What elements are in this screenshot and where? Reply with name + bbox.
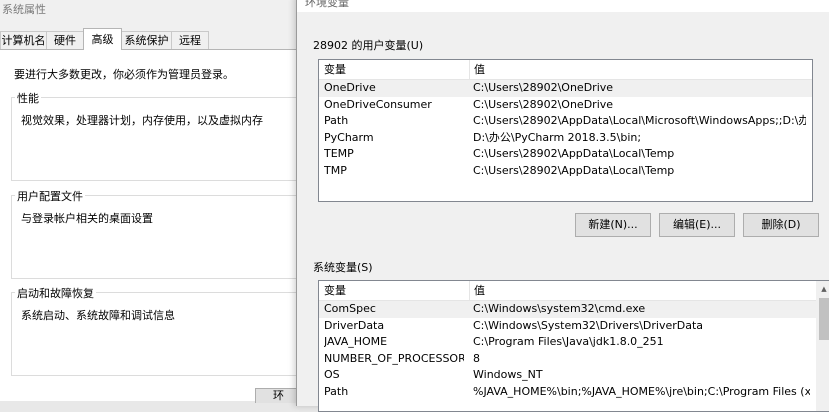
startup-recovery-group-desc: 系统启动、系统故障和调试信息 (21, 309, 175, 322)
user-var-row-onedriveconsumer[interactable]: OneDriveConsumer C:\Users\28902\OneDrive (319, 97, 812, 114)
system-var-name: Path (324, 384, 349, 398)
user-var-row-pycharm[interactable]: PyCharm D:\办公\PyCharm 2018.3.5\bin; (319, 130, 812, 147)
performance-group: 性能 视觉效果，处理器计划，内存使用，以及虚拟内存 (11, 90, 298, 181)
system-properties-tabs: 计算机名 硬件 高级 系统保护 远程 (0, 28, 300, 50)
system-var-row-comspec[interactable]: ComSpec C:\Windows\system32\cmd.exe (319, 301, 816, 318)
user-var-row-temp[interactable]: TEMP C:\Users\28902\AppData\Local\Temp (319, 146, 812, 163)
advanced-tab-page: 要进行大多数更改，你必须作为管理员登录。 性能 视觉效果，处理器计划，内存使用，… (0, 49, 298, 401)
system-var-value: C:\Program Files\Java\jdk1.8.0_251 (473, 335, 664, 348)
system-var-name: JAVA_HOME (324, 335, 388, 348)
user-var-name: Path (324, 114, 349, 127)
user-var-value: C:\Users\28902\AppData\Local\Microsoft\W… (473, 114, 806, 127)
user-header-value[interactable]: 值 (469, 60, 812, 79)
system-var-value: C:\Windows\system32\cmd.exe (473, 302, 646, 315)
system-var-value: 8 (473, 351, 480, 365)
system-properties-title: 系统属性 (2, 3, 46, 16)
tab-system-protection[interactable]: 系统保护 (121, 31, 172, 50)
user-var-value: C:\Users\28902\OneDrive (473, 97, 614, 111)
system-header-value[interactable]: 值 (469, 281, 816, 300)
admin-note: 要进行大多数更改，你必须作为管理员登录。 (14, 68, 234, 81)
user-var-name: TEMP (324, 147, 354, 160)
scroll-up-arrow-icon[interactable]: ▲ (816, 281, 829, 297)
user-var-row-path[interactable]: Path C:\Users\28902\AppData\Local\Micros… (319, 113, 812, 130)
system-var-row-java-home[interactable]: JAVA_HOME C:\Program Files\Java\jdk1.8.0… (319, 334, 816, 351)
user-var-name: OneDriveConsumer (324, 97, 432, 111)
system-var-row-driverdata[interactable]: DriverData C:\Windows\System32\Drivers\D… (319, 318, 816, 335)
user-var-row-tmp[interactable]: TMP C:\Users\28902\AppData\Local\Temp (319, 163, 812, 180)
user-new-button[interactable]: 新建(N)... (575, 213, 651, 237)
system-var-value: Windows_NT (473, 368, 543, 381)
system-header-variable[interactable]: 变量 (319, 281, 470, 300)
tab-hardware[interactable]: 硬件 (46, 31, 84, 50)
user-variables-list[interactable]: 变量 值 OneDrive C:\Users\28902\OneDrive On… (318, 59, 813, 202)
user-var-name: OneDrive (324, 81, 376, 94)
system-var-name: OS (324, 368, 340, 381)
system-variables-label: 系统变量(S) (313, 261, 373, 274)
user-var-value: D:\办公\PyCharm 2018.3.5\bin; (473, 130, 642, 144)
system-var-row-path[interactable]: Path %JAVA_HOME%\bin;%JAVA_HOME%\jre\bin… (319, 384, 816, 401)
startup-recovery-group: 启动和故障恢复 系统启动、系统故障和调试信息 (11, 285, 298, 376)
system-var-row-os[interactable]: OS Windows_NT (319, 367, 816, 384)
user-profiles-group-desc: 与登录帐户相关的桌面设置 (21, 212, 153, 225)
user-var-value: C:\Users\28902\AppData\Local\Temp (473, 163, 675, 177)
tab-remote[interactable]: 远程 (171, 31, 209, 50)
user-list-header: 变量 值 (319, 60, 812, 80)
user-var-name: PyCharm (324, 130, 374, 144)
system-var-name: ComSpec (324, 302, 376, 315)
tab-advanced[interactable]: 高级 (83, 28, 122, 50)
system-variables-list[interactable]: 变量 值 ComSpec C:\Windows\system32\cmd.exe… (318, 280, 829, 412)
system-properties-dialog: 系统属性 计算机名 硬件 高级 系统保护 远程 要进行大多数更改，你必须作为管理… (0, 0, 302, 403)
system-var-name: NUMBER_OF_PROCESSORS (324, 351, 464, 365)
performance-group-title: 性能 (15, 90, 41, 106)
env-titlebar: 环境变量 (297, 0, 829, 12)
system-var-row-number-of-processors[interactable]: NUMBER_OF_PROCESSORS 8 (319, 351, 816, 368)
user-header-variable[interactable]: 变量 (319, 60, 470, 79)
environment-variables-dialog: 环境变量 28902 的用户变量(U) 变量 值 OneDrive C:\Use… (296, 0, 829, 412)
system-var-value: %JAVA_HOME%\bin;%JAVA_HOME%\jre\bin;C:\P… (473, 384, 810, 398)
system-var-value: C:\Windows\System32\Drivers\DriverData (473, 318, 704, 332)
startup-recovery-group-title: 启动和故障恢复 (15, 285, 96, 301)
user-delete-button[interactable]: 删除(D) (743, 213, 819, 237)
user-variables-label: 28902 的用户变量(U) (313, 39, 424, 52)
system-list-header: 变量 值 (319, 281, 816, 301)
user-var-name: TMP (324, 163, 347, 177)
environment-variables-button[interactable]: 环 (255, 388, 302, 403)
user-var-value: C:\Users\28902\OneDrive (473, 81, 614, 94)
tab-computer-name[interactable]: 计算机名 (0, 31, 47, 50)
env-title: 环境变量 (305, 0, 349, 9)
scroll-thumb[interactable] (819, 298, 829, 340)
system-var-name: DriverData (324, 318, 385, 332)
user-var-value: C:\Users\28902\AppData\Local\Temp (473, 147, 675, 160)
user-profiles-group: 用户配置文件 与登录帐户相关的桌面设置 (11, 188, 298, 279)
user-edit-button[interactable]: 编辑(E)... (659, 213, 735, 237)
system-list-scrollbar[interactable]: ▲ (816, 281, 829, 411)
user-var-row-onedrive[interactable]: OneDrive C:\Users\28902\OneDrive (319, 80, 812, 97)
performance-group-desc: 视觉效果，处理器计划，内存使用，以及虚拟内存 (21, 114, 263, 127)
user-profiles-group-title: 用户配置文件 (15, 188, 85, 204)
